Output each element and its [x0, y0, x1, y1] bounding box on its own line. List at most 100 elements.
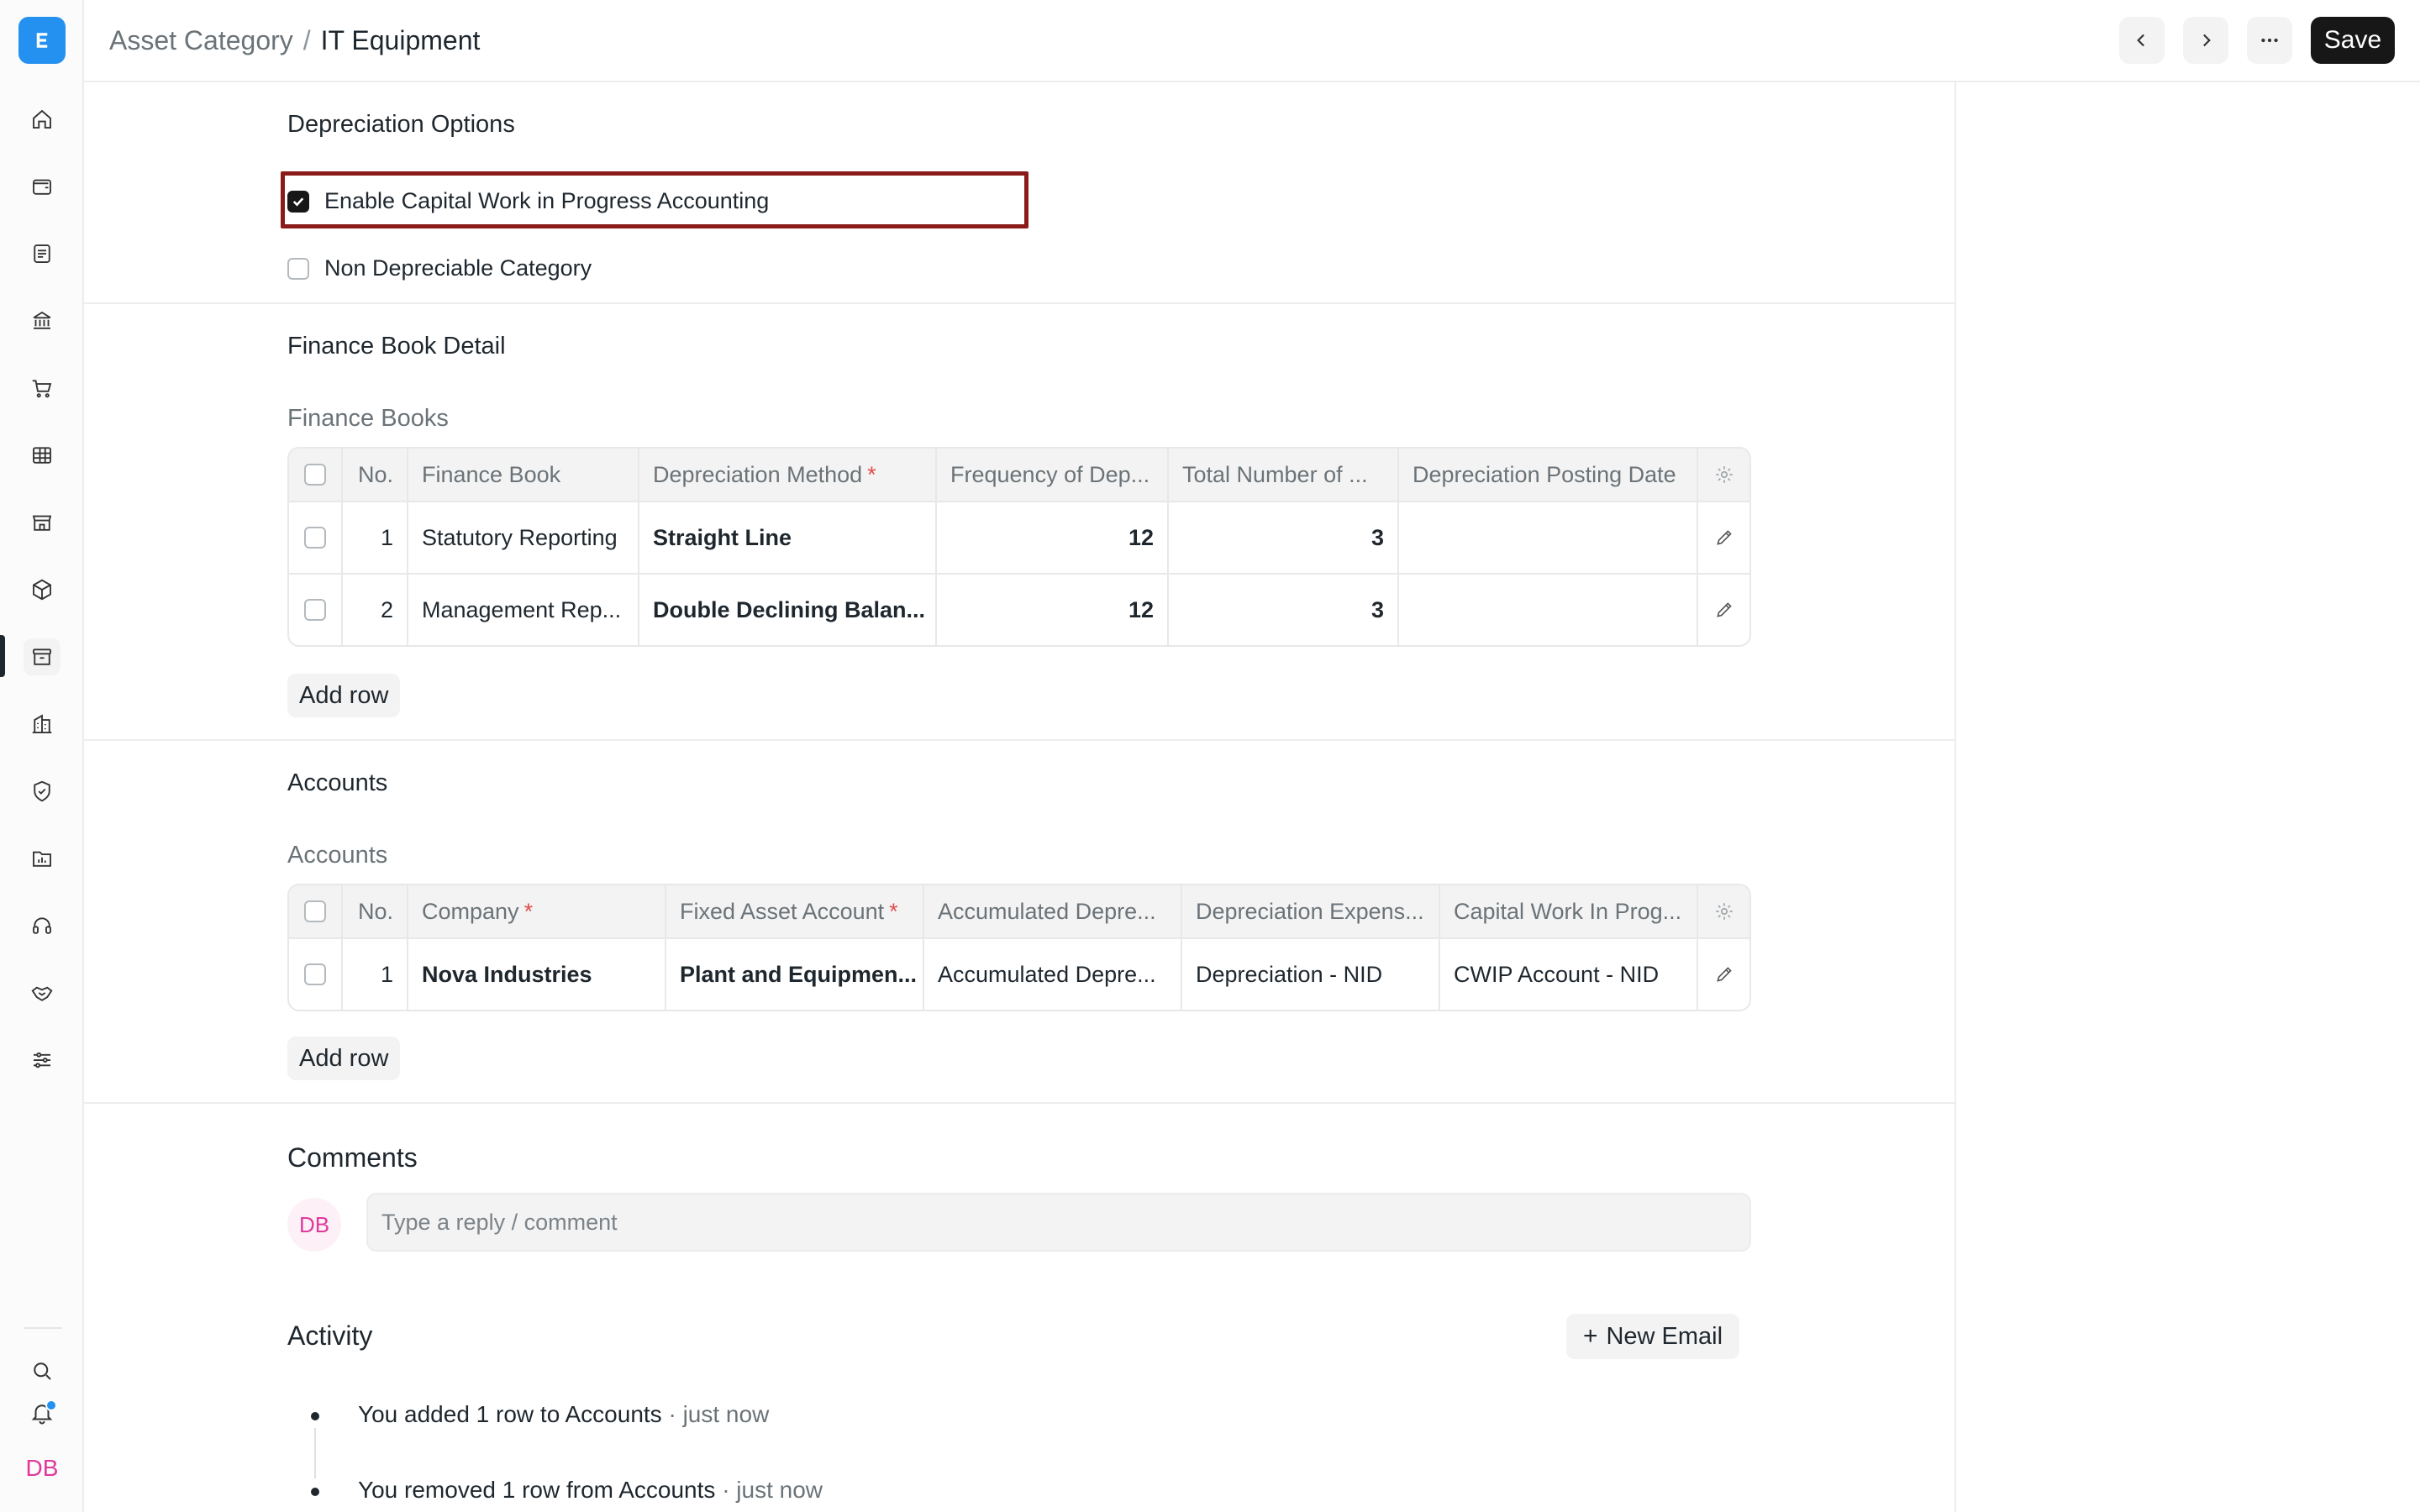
depreciation-method-cell[interactable]: Straight Line — [639, 502, 937, 573]
cube-icon[interactable] — [24, 571, 60, 608]
required-asterisk: * — [889, 898, 898, 924]
non-depreciable-checkbox-row[interactable]: Non Depreciable Category — [287, 255, 592, 281]
erpnext-logo-icon — [36, 33, 48, 48]
select-all-checkbox[interactable] — [304, 900, 326, 922]
company-cell[interactable]: Nova Industries — [408, 939, 666, 1010]
comment-input[interactable]: Type a reply / comment — [366, 1193, 1751, 1252]
row-number: 1 — [343, 939, 408, 1010]
activity-item: You added 1 row to Accounts · just now — [358, 1401, 769, 1428]
table-header-row: No. Company * Fixed Asset Account * Accumu… — [289, 885, 1749, 937]
chevron-right-icon — [2203, 34, 2211, 47]
required-asterisk: * — [523, 898, 534, 924]
depreciation-options-heading: Depreciation Options — [287, 111, 515, 138]
cwip-account-cell[interactable]: CWIP Account - NID — [1440, 939, 1698, 1010]
column-header: Total Number of ... — [1169, 449, 1399, 501]
finance-book-cell[interactable]: Management Rep... — [408, 575, 639, 645]
accumulated-depreciation-cell[interactable]: Accumulated Depre... — [924, 939, 1182, 1010]
bank-icon[interactable] — [24, 302, 60, 339]
activity-heading: Activity — [287, 1320, 373, 1351]
add-finance-book-row-button[interactable]: Add row — [287, 674, 401, 717]
enable-cwip-checkbox[interactable] — [287, 190, 309, 213]
required-asterisk: * — [867, 461, 876, 487]
store-icon[interactable] — [24, 504, 60, 541]
non-depreciable-checkbox[interactable] — [287, 257, 309, 280]
app-logo[interactable] — [18, 17, 66, 64]
previous-doc-button[interactable] — [2119, 17, 2165, 64]
depreciation-method-cell[interactable]: Double Declining Balan... — [639, 575, 937, 645]
search-icon[interactable] — [24, 1352, 60, 1389]
archive-icon[interactable] — [24, 638, 60, 675]
total-depreciations-cell[interactable]: 3 — [1169, 502, 1399, 573]
table-icon[interactable] — [24, 437, 60, 474]
total-depreciations-cell[interactable]: 3 — [1169, 575, 1399, 645]
table-row[interactable]: 1 Nova Industries Plant and Equipmen... … — [289, 937, 1749, 1010]
new-email-label: New Email — [1606, 1322, 1723, 1350]
edit-row-button[interactable] — [1698, 502, 1749, 573]
posting-date-cell[interactable] — [1399, 502, 1698, 573]
home-icon[interactable] — [24, 101, 60, 138]
column-header: Capital Work In Prog... — [1440, 885, 1698, 937]
breadcrumb: Asset Category / IT Equipment — [109, 24, 480, 57]
sliders-icon[interactable] — [24, 1042, 60, 1079]
column-header: Frequency of Dep... — [937, 449, 1169, 501]
document-icon[interactable] — [24, 235, 60, 272]
column-header: Company * — [408, 885, 666, 937]
edit-row-button[interactable] — [1698, 575, 1749, 645]
building-icon[interactable] — [24, 706, 60, 743]
activity-time: · just now — [722, 1477, 823, 1503]
headset-icon[interactable] — [24, 907, 60, 944]
chevron-left-icon — [2137, 34, 2144, 47]
checkmark-icon — [292, 197, 304, 207]
column-header-label: Company — [422, 898, 519, 924]
page-header: Asset Category / IT Equipment Save — [84, 0, 2420, 82]
table-header-row: No. Finance Book Depreciation Method * Fr… — [289, 449, 1749, 501]
gear-icon — [1715, 903, 1733, 920]
handshake-icon[interactable] — [24, 974, 60, 1011]
finance-book-detail-heading: Finance Book Detail — [287, 333, 506, 360]
row-checkbox[interactable] — [304, 599, 326, 621]
column-header: No. — [343, 449, 408, 501]
select-all-checkbox[interactable] — [304, 464, 326, 486]
new-email-button[interactable]: + New Email — [1566, 1314, 1739, 1359]
frequency-cell[interactable]: 12 — [937, 575, 1169, 645]
main-column-border — [1954, 82, 1956, 1512]
finance-book-cell[interactable]: Statutory Reporting — [408, 502, 639, 573]
next-doc-button[interactable] — [2183, 17, 2228, 64]
row-checkbox[interactable] — [304, 963, 326, 985]
shield-icon[interactable] — [24, 773, 60, 810]
enable-cwip-label: Enable Capital Work in Progress Accounti… — [324, 188, 770, 213]
column-header-label: Depreciation Method — [653, 461, 863, 487]
depreciation-expense-cell[interactable]: Depreciation - NID — [1182, 939, 1440, 1010]
table-row[interactable]: 2 Management Rep... Double Declining Bal… — [289, 573, 1749, 645]
pencil-icon — [1716, 967, 1732, 982]
page-title: IT Equipment — [320, 25, 481, 55]
frequency-cell[interactable]: 12 — [937, 502, 1169, 573]
active-indicator — [0, 635, 5, 677]
sidebar-separator — [24, 1327, 62, 1329]
enable-cwip-checkbox-row[interactable]: Enable Capital Work in Progress Accounti… — [287, 188, 769, 214]
accounts-table: No. Company * Fixed Asset Account * Accumu… — [287, 884, 1751, 1011]
column-settings-button[interactable] — [1698, 885, 1749, 937]
column-header-label: Fixed Asset Account — [680, 898, 885, 924]
fixed-asset-account-cell[interactable]: Plant and Equipmen... — [666, 939, 924, 1010]
column-header: Finance Book — [408, 449, 639, 501]
cart-icon[interactable] — [24, 370, 60, 407]
row-checkbox[interactable] — [304, 527, 326, 549]
user-avatar[interactable]: DB — [20, 1452, 64, 1485]
column-settings-button[interactable] — [1698, 449, 1749, 501]
edit-row-button[interactable] — [1698, 939, 1749, 1010]
breadcrumb-parent-link[interactable]: Asset Category — [109, 25, 293, 55]
wallet-icon[interactable] — [24, 168, 60, 205]
section-divider — [84, 1102, 1954, 1104]
pencil-icon — [1716, 602, 1732, 617]
column-header: No. — [343, 885, 408, 937]
ellipsis-icon — [2261, 38, 2278, 43]
comment-avatar: DB — [287, 1198, 341, 1252]
table-row[interactable]: 1 Statutory Reporting Straight Line 12 3 — [289, 501, 1749, 573]
more-actions-button[interactable] — [2247, 17, 2292, 64]
posting-date-cell[interactable] — [1399, 575, 1698, 645]
column-header: Depreciation Method * — [639, 449, 937, 501]
folder-chart-icon[interactable] — [24, 840, 60, 877]
save-button[interactable]: Save — [2311, 17, 2395, 64]
add-account-row-button[interactable]: Add row — [287, 1037, 401, 1080]
